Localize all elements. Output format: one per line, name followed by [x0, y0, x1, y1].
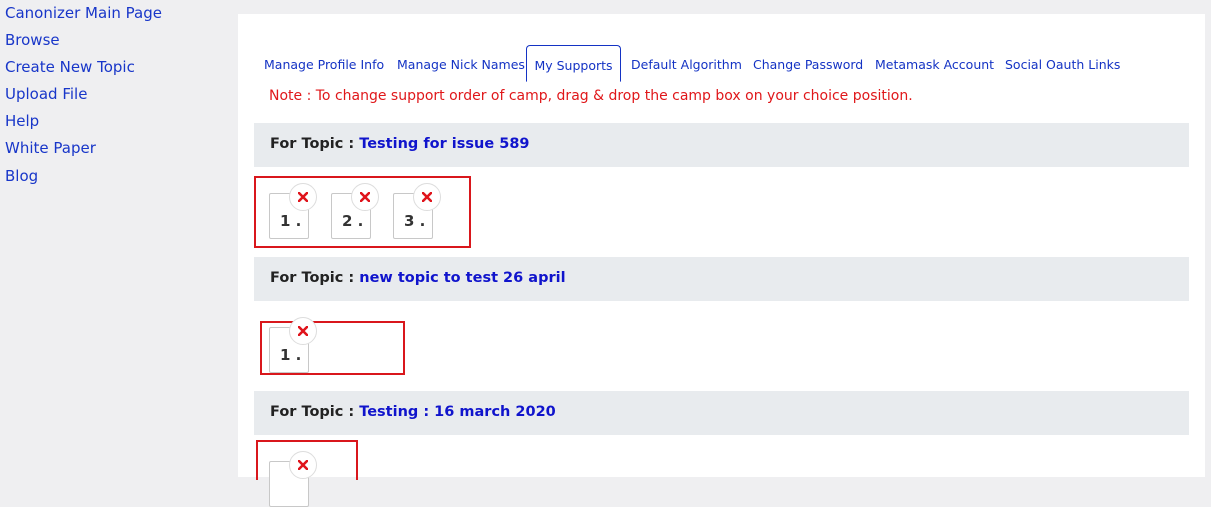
sidebar-item-white-paper[interactable]: White Paper — [5, 138, 96, 158]
close-icon — [298, 460, 308, 470]
camp-order-number: 1 . — [280, 346, 302, 364]
main-panel: Manage Profile Info Manage Nick Names My… — [238, 14, 1205, 507]
remove-support-button[interactable] — [289, 451, 317, 479]
tab-change-password[interactable]: Change Password — [753, 45, 863, 82]
topic-link[interactable]: new topic to test 26 april — [359, 270, 565, 286]
topic-header: For Topic : Testing : 16 march 2020 — [254, 391, 1189, 435]
tab-manage-profile-info[interactable]: Manage Profile Info — [264, 45, 384, 82]
sidebar-item-upload-file[interactable]: Upload File — [5, 84, 87, 104]
sidebar-item-create-new-topic[interactable]: Create New Topic — [5, 57, 135, 77]
topic-link[interactable]: Testing : 16 march 2020 — [359, 404, 556, 420]
camp-order-number: 2 . — [342, 212, 364, 230]
tab-default-algorithm[interactable]: Default Algorithm — [631, 45, 742, 82]
topic-prefix: For Topic : — [270, 270, 360, 286]
close-icon — [422, 192, 432, 202]
close-icon — [298, 326, 308, 336]
remove-support-button[interactable] — [351, 183, 379, 211]
topic-title: For Topic : new topic to test 26 april — [270, 270, 566, 286]
topic-prefix: For Topic : — [270, 404, 360, 420]
sidebar-item-help[interactable]: Help — [5, 111, 39, 131]
topic-title: For Topic : Testing : 16 march 2020 — [270, 404, 556, 420]
camp-order-number: 1 . — [280, 212, 302, 230]
remove-support-button[interactable] — [413, 183, 441, 211]
tab-my-supports[interactable]: My Supports — [526, 45, 621, 82]
tab-manage-nick-names[interactable]: Manage Nick Names — [397, 45, 525, 82]
topic-header: For Topic : Testing for issue 589 — [254, 123, 1189, 167]
topic-link[interactable]: Testing for issue 589 — [359, 136, 529, 152]
settings-tabs: Manage Profile Info Manage Nick Names My… — [254, 45, 1194, 83]
sidebar-item-canonizer-main-page[interactable]: Canonizer Main Page — [5, 3, 162, 23]
sidebar-item-browse[interactable]: Browse — [5, 30, 60, 50]
tab-metamask-account[interactable]: Metamask Account — [875, 45, 994, 82]
reorder-note: Note : To change support order of camp, … — [269, 88, 913, 104]
close-icon — [298, 192, 308, 202]
camp-order-number: 3 . — [404, 212, 426, 230]
sidebar-item-blog[interactable]: Blog — [5, 166, 38, 186]
topic-header: For Topic : new topic to test 26 april — [254, 257, 1189, 301]
topic-prefix: For Topic : — [270, 136, 360, 152]
tab-social-oauth-links[interactable]: Social Oauth Links — [1005, 45, 1120, 82]
remove-support-button[interactable] — [289, 317, 317, 345]
remove-support-button[interactable] — [289, 183, 317, 211]
topic-title: For Topic : Testing for issue 589 — [270, 136, 530, 152]
close-icon — [360, 192, 370, 202]
